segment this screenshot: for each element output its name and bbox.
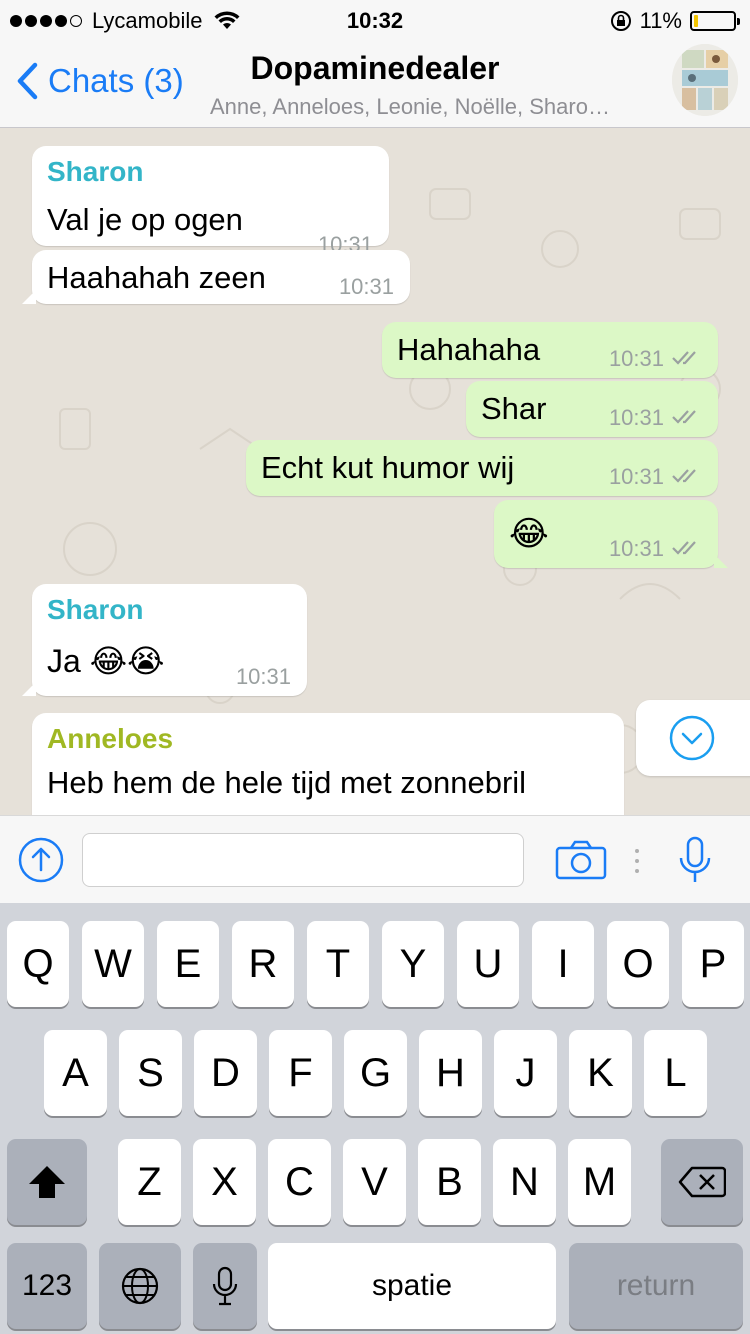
message-bubble-outgoing[interactable]: Shar 10:31 [466, 381, 718, 437]
chat-header: Chats (3) Dopaminedealer Anne, Anneloes,… [0, 40, 750, 128]
key-n[interactable]: N [493, 1139, 556, 1225]
message-time: 10:31 [608, 405, 664, 430]
key-v[interactable]: V [343, 1139, 406, 1225]
key-b[interactable]: B [418, 1139, 481, 1225]
space-key[interactable]: spatie [268, 1243, 556, 1329]
message-bubble-outgoing[interactable]: Hahahaha 10:31 [382, 322, 718, 378]
comic-avatar-image [672, 44, 738, 116]
key-x[interactable]: X [193, 1139, 256, 1225]
dictation-key[interactable] [193, 1243, 257, 1329]
orientation-lock-icon [610, 11, 631, 31]
message-bubble-outgoing[interactable]: Echt kut humor wij 10:31 [246, 440, 718, 496]
key-g[interactable]: G [344, 1030, 407, 1116]
key-t[interactable]: T [307, 921, 369, 1007]
key-k[interactable]: K [569, 1030, 632, 1116]
chevron-down-circle-icon [669, 715, 715, 761]
message-list[interactable]: Sharon Val je op ogen 10:31 Haahahah zee… [0, 129, 750, 815]
status-right: 11% [610, 8, 740, 34]
message-text: Haahahah zeen [47, 260, 266, 295]
key-m[interactable]: M [568, 1139, 631, 1225]
shift-key[interactable] [7, 1139, 87, 1225]
read-checks-icon [672, 469, 696, 483]
microphone-icon [212, 1266, 238, 1306]
message-time: 10:31 [235, 664, 291, 689]
composer-bar [0, 815, 750, 903]
message-time: 10:31 [608, 536, 664, 561]
key-u[interactable]: U [457, 921, 519, 1007]
message-input[interactable] [82, 833, 524, 887]
message-text: Hahahaha [397, 332, 541, 367]
microphone-icon[interactable] [678, 836, 712, 884]
message-time: 10:31 [608, 464, 664, 489]
sender-name: Sharon [47, 594, 144, 625]
return-key[interactable]: return [569, 1243, 743, 1329]
group-members[interactable]: Anne, Anneloes, Leonie, Noëlle, Sharo… [210, 94, 660, 120]
battery-percent: 11% [639, 8, 682, 33]
read-checks-icon [672, 351, 696, 365]
key-h[interactable]: H [419, 1030, 482, 1116]
sender-name: Anneloes [47, 723, 174, 754]
key-c[interactable]: C [268, 1139, 331, 1225]
more-dots-icon [635, 849, 639, 873]
key-w[interactable]: W [82, 921, 144, 1007]
message-text: Ja 😂😭 [47, 643, 165, 679]
message-bubble-incoming[interactable]: Haahahah zeen 10:31 [22, 250, 410, 304]
camera-icon[interactable] [555, 840, 607, 880]
battery-icon [690, 11, 740, 31]
key-e[interactable]: E [157, 921, 219, 1007]
key-y[interactable]: Y [382, 921, 444, 1007]
message-text: 😂 [509, 515, 549, 553]
sender-name: Sharon [47, 156, 144, 187]
message-text: Heb hem de hele tijd met zonnebril [47, 765, 527, 800]
message-time: 10:31 [608, 346, 664, 371]
key-l[interactable]: L [644, 1030, 707, 1116]
message-text: Echt kut humor wij [261, 450, 515, 485]
group-avatar[interactable] [672, 44, 738, 116]
key-o[interactable]: O [607, 921, 669, 1007]
status-bar: Lycamobile 10:32 11% [0, 0, 750, 40]
share-upload-icon[interactable] [17, 836, 65, 884]
key-q[interactable]: Q [7, 921, 69, 1007]
message-bubble-incoming[interactable]: Anneloes Heb hem de hele tijd met zonneb… [32, 713, 624, 815]
read-checks-icon [672, 541, 696, 555]
message-bubble-incoming[interactable]: Sharon Val je op ogen 10:31 [32, 146, 389, 257]
key-f[interactable]: F [269, 1030, 332, 1116]
battery-fill [694, 15, 698, 27]
read-checks-icon [672, 410, 696, 424]
key-i[interactable]: I [532, 921, 594, 1007]
backspace-icon [678, 1166, 726, 1198]
shift-arrow-icon [29, 1166, 65, 1198]
key-a[interactable]: A [44, 1030, 107, 1116]
message-text: Val je op ogen [47, 202, 243, 237]
key-r[interactable]: R [232, 921, 294, 1007]
message-bubble-incoming[interactable]: Sharon Ja 😂😭 10:31 [22, 584, 307, 696]
scroll-to-bottom-button[interactable] [636, 700, 750, 776]
keyboard: QWERTYUIOP ASDFGHJKL ZXCVBNM 123 spatie … [0, 903, 750, 1334]
key-d[interactable]: D [194, 1030, 257, 1116]
message-bubble-outgoing[interactable]: 😂 10:31 [494, 500, 728, 568]
key-z[interactable]: Z [118, 1139, 181, 1225]
numbers-key[interactable]: 123 [7, 1243, 87, 1329]
message-time: 10:31 [338, 274, 394, 299]
message-text: Shar [481, 391, 547, 426]
group-title[interactable]: Dopaminedealer [0, 50, 750, 87]
key-j[interactable]: J [494, 1030, 557, 1116]
delete-key[interactable] [661, 1139, 743, 1225]
globe-key[interactable] [99, 1243, 181, 1329]
key-p[interactable]: P [682, 921, 744, 1007]
key-s[interactable]: S [119, 1030, 182, 1116]
globe-icon [121, 1267, 159, 1305]
